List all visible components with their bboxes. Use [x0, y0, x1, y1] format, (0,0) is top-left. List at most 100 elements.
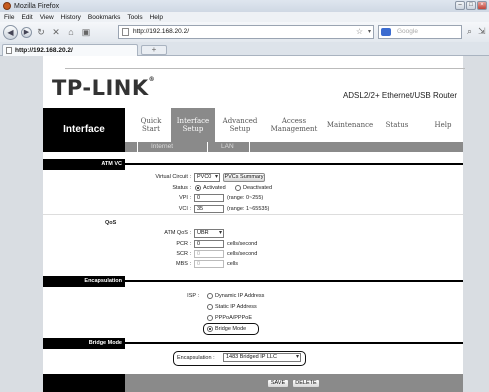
vpi-range: (range: 0~255) — [227, 195, 264, 201]
search-placeholder: Google — [397, 28, 418, 35]
isp-bridge-mode-label: Bridge Mode — [215, 326, 247, 332]
back-icon[interactable]: ◀ — [3, 24, 18, 40]
pcr-input[interactable]: 0 — [194, 240, 224, 248]
tab-access-management[interactable]: Access Management — [265, 108, 323, 142]
minimize-icon[interactable]: – — [455, 1, 465, 10]
save-button[interactable]: SAVE — [267, 379, 289, 388]
header-divider — [65, 68, 465, 69]
menu-file[interactable]: File — [4, 14, 14, 21]
tab-advanced-setup[interactable]: Advanced Setup — [215, 108, 265, 142]
qos-divider — [43, 214, 463, 215]
menu-tools[interactable]: Tools — [127, 14, 142, 21]
mbs-label: MBS : — [176, 261, 191, 267]
menu-bar: File Edit View History Bookmarks Tools H… — [0, 12, 489, 22]
model-name: ADSL2/2+ Ethernet/USB Router — [342, 91, 457, 100]
window-titlebar: Mozilla Firefox – □ × — [0, 0, 489, 12]
isp-pppoa-pppoe-radio[interactable] — [207, 315, 213, 321]
tab-page-icon — [6, 47, 12, 54]
tab-help[interactable]: Help — [423, 108, 463, 142]
addon-icon[interactable]: ▣ — [80, 26, 92, 38]
atm-qos-label: ATM QoS : — [164, 230, 191, 236]
bookmarks-icon[interactable]: ⇲ — [478, 26, 486, 37]
main-nav: Interface Quick Start Interface Setup Adva… — [43, 108, 463, 152]
pcr-label: PCR : — [176, 241, 191, 247]
isp-static-ip-radio[interactable] — [207, 304, 213, 310]
status-activated-radio[interactable] — [195, 185, 201, 191]
tp-link-logo: TP-LINK® — [52, 76, 156, 100]
page-icon — [122, 28, 129, 36]
browser-tab[interactable]: http://192.168.20.2/ — [2, 44, 138, 56]
isp-label: ISP : — [187, 293, 199, 299]
stop-icon[interactable]: ✕ — [50, 26, 62, 38]
atm-vc-divider — [125, 163, 463, 165]
bridge-mode-divider — [125, 342, 463, 344]
url-dropdown-icon[interactable]: ▾ — [368, 26, 371, 38]
vpi-label: VPI : — [179, 195, 191, 201]
google-icon[interactable] — [381, 28, 391, 36]
tab-interface-setup[interactable]: Interface Setup — [171, 108, 215, 142]
footer-left — [43, 374, 125, 392]
url-bar[interactable]: http://192.168.20.2/ ☆ ▾ — [118, 25, 374, 39]
virtual-circuit-label: Virtual Circuit : — [155, 174, 191, 180]
tab-quick-start[interactable]: Quick Start — [131, 108, 171, 142]
encapsulation-divider — [125, 280, 463, 282]
vci-label: VCI : — [178, 206, 191, 212]
isp-dynamic-ip-label: Dynamic IP Address — [215, 293, 265, 299]
close-icon[interactable]: × — [477, 1, 487, 10]
menu-bookmarks[interactable]: Bookmarks — [88, 14, 121, 21]
menu-history[interactable]: History — [61, 14, 81, 21]
deactivated-label: Deactivated — [243, 185, 273, 191]
vci-range: (range: 1~65535) — [227, 206, 270, 212]
atm-vc-header: ATM VC — [43, 159, 125, 170]
mbs-unit: cells — [227, 261, 239, 267]
isp-pppoa-pppoe-label: PPPoA/PPPoE — [215, 315, 252, 321]
qos-label: QoS — [105, 220, 117, 226]
tab-label: http://192.168.20.2/ — [15, 47, 73, 54]
bridge-encapsulation-select[interactable]: 1483 Bridged IP LLC — [223, 353, 301, 362]
bookmark-star-icon[interactable]: ☆ — [356, 26, 363, 38]
vpi-input[interactable]: 0 — [194, 194, 224, 202]
vci-input[interactable]: 35 — [194, 205, 224, 213]
status-label: Status : — [172, 185, 191, 191]
config-content: ATM VC Virtual Circuit : PVC0 PVCs Summa… — [43, 152, 463, 392]
subtab-lan[interactable]: LAN — [221, 142, 234, 152]
pvcs-summary-button[interactable]: PVCs Summary — [223, 173, 265, 182]
new-tab-button[interactable]: + — [141, 45, 167, 55]
forward-icon[interactable]: ▶ — [21, 26, 32, 38]
pcr-unit: cells/second — [227, 241, 258, 247]
activated-label: Activated — [203, 185, 226, 191]
menu-edit[interactable]: Edit — [21, 14, 32, 21]
virtual-circuit-select[interactable]: PVC0 — [194, 173, 220, 182]
tab-strip: http://192.168.20.2/ + — [0, 42, 489, 56]
router-page: TP-LINK® ADSL2/2+ Ethernet/USB Router In… — [43, 56, 465, 392]
menu-view[interactable]: View — [40, 14, 54, 21]
search-input[interactable]: Google — [378, 25, 462, 39]
header-area: TP-LINK® ADSL2/2+ Ethernet/USB Router — [43, 56, 465, 108]
reload-icon[interactable]: ↻ — [35, 26, 47, 38]
atm-qos-select[interactable]: UBR — [194, 229, 224, 238]
home-icon[interactable]: ⌂ — [65, 26, 77, 38]
section-title: Interface — [43, 108, 125, 152]
scr-input[interactable]: 0 — [194, 250, 224, 258]
delete-button[interactable]: DELETE — [292, 379, 320, 388]
bridge-encapsulation-label: Encapsulation : — [177, 355, 215, 361]
scr-unit: cells/second — [227, 251, 258, 257]
tab-maintenance[interactable]: Maintenance — [324, 108, 376, 142]
maximize-icon[interactable]: □ — [466, 1, 476, 10]
subtab-internet[interactable]: Internet — [151, 142, 173, 152]
encapsulation-header: Encapsulation — [43, 276, 125, 287]
sub-nav: Internet LAN — [125, 142, 463, 152]
menu-help[interactable]: Help — [150, 14, 163, 21]
isp-dynamic-ip-radio[interactable] — [207, 293, 213, 299]
window-title: Mozilla Firefox — [14, 2, 60, 10]
search-icon[interactable]: ⌕ — [467, 26, 472, 37]
page-viewport: TP-LINK® ADSL2/2+ Ethernet/USB Router In… — [0, 56, 489, 392]
scr-label: SCR : — [176, 251, 191, 257]
isp-static-ip-label: Static IP Address — [215, 304, 257, 310]
mbs-input[interactable]: 0 — [194, 260, 224, 268]
status-deactivated-radio[interactable] — [235, 185, 241, 191]
firefox-icon — [3, 2, 11, 10]
tab-status[interactable]: Status — [377, 108, 417, 142]
footer-bar: SAVE DELETE — [125, 374, 463, 392]
isp-bridge-mode-radio[interactable] — [207, 326, 213, 332]
